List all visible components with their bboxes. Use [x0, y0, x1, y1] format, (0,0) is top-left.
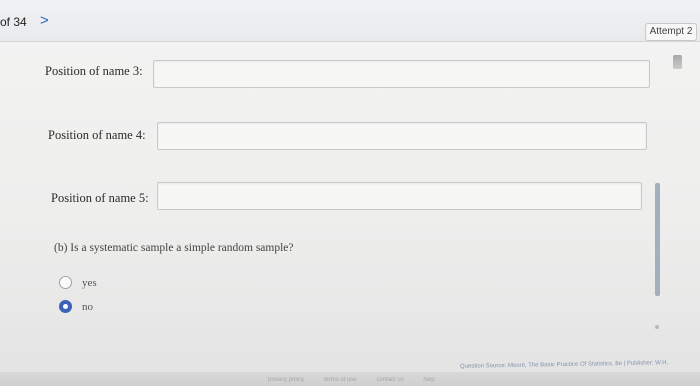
footer-link-contact[interactable]: contact us [376, 377, 403, 383]
footer-link-help[interactable]: help [423, 377, 434, 383]
page-counter: of 34 [0, 15, 27, 29]
mouse-cursor-icon [673, 55, 682, 69]
footer-link-terms[interactable]: terms of use [324, 377, 357, 383]
footer-link-privacy[interactable]: privacy policy [268, 377, 304, 383]
radio-button[interactable] [59, 276, 72, 289]
footer-links: privacy policy terms of use contact us h… [268, 377, 453, 383]
radio-option-no[interactable]: no [59, 300, 93, 313]
radio-label: yes [82, 276, 97, 289]
radio-option-yes[interactable]: yes [59, 276, 97, 289]
position-name-4-input[interactable] [157, 122, 647, 150]
attempt-badge: Attempt 2 [645, 23, 697, 41]
field-label: Position of name 3: [45, 64, 143, 78]
field-label: Position of name 5: [51, 191, 149, 205]
chevron-right-icon[interactable]: > [40, 12, 49, 29]
scrollbar-thumb[interactable] [655, 183, 660, 296]
field-label: Position of name 4: [48, 128, 146, 142]
radio-label: no [82, 300, 93, 313]
top-bar: of 34 > Attempt 2 [0, 0, 700, 42]
question-source-note: Question Source: Moore, The Basic Practi… [459, 360, 669, 370]
radio-button-selected[interactable] [59, 300, 72, 313]
question-b-prompt: (b) Is a systematic sample a simple rand… [54, 242, 294, 254]
position-name-3-input[interactable] [153, 60, 650, 88]
position-name-5-input[interactable] [157, 182, 642, 210]
scroll-indicator [655, 325, 659, 329]
